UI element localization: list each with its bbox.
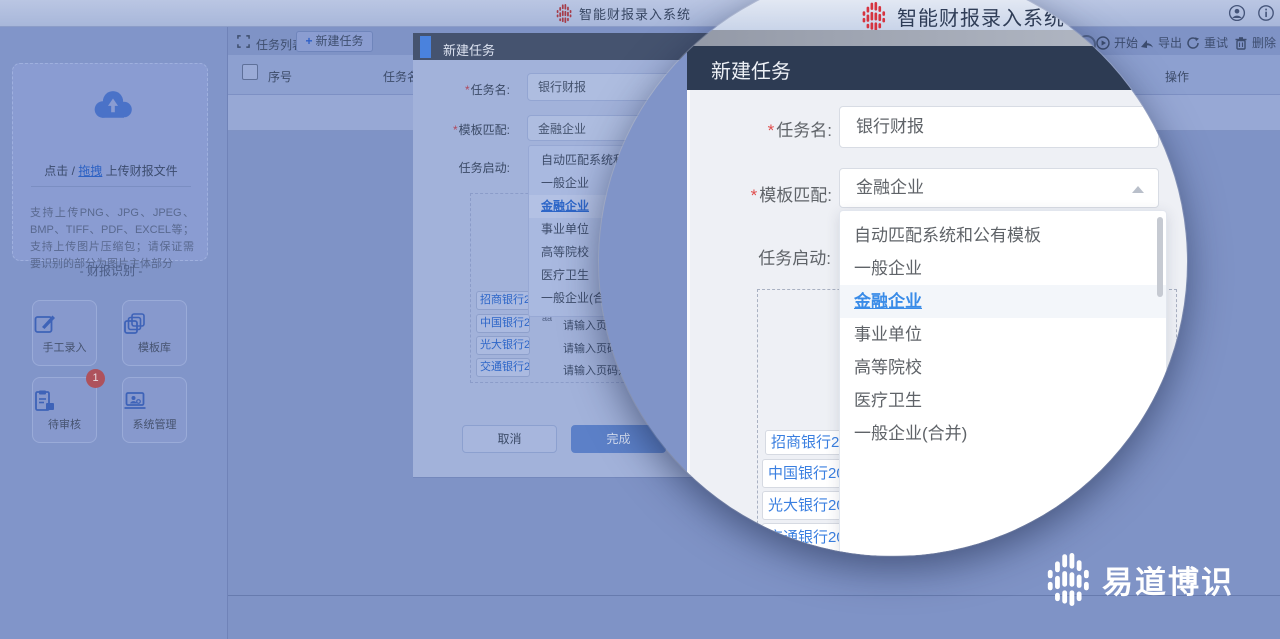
trash-icon (1234, 36, 1248, 50)
app-root: 智能财报录入系统 点击 / 拖拽 上传财报文件 支持 (0, 0, 1280, 639)
column-header-seq: 序号 (268, 68, 292, 85)
new-task-button[interactable]: + 新建任务 (296, 31, 373, 52)
upload-dropzone[interactable]: 点击 / 拖拽 上传财报文件 支持上传PNG、JPG、JPEG、BMP、TIFF… (12, 63, 208, 261)
templates-icon (123, 312, 147, 336)
file-name-chip[interactable]: 招商银行202... (765, 430, 849, 455)
edit-icon (33, 312, 57, 336)
sidebar-item-template-library[interactable]: 模板库 (122, 300, 187, 366)
file-name-chip[interactable]: 中国银行2021财... (476, 314, 530, 333)
dialog-title: 新建任务 (443, 40, 495, 59)
task-name-label: *任务名: (719, 116, 832, 141)
sidebar-item-pending-review[interactable]: 1 待审核 (32, 377, 97, 443)
sidebar: 点击 / 拖拽 上传财报文件 支持上传PNG、JPG、JPEG、BMP、TIFF… (0, 27, 228, 639)
expand-icon[interactable] (237, 35, 250, 48)
upload-text-suffix: 上传财报文件 (106, 164, 178, 178)
app-title: 智能财报录入系统 (897, 2, 1065, 31)
dropdown-option[interactable]: 事业单位 (840, 318, 1166, 351)
template-match-select[interactable]: 金融企业 (839, 168, 1159, 208)
lens-toolbar-band (599, 30, 1187, 46)
sidebar-item-label: 模板库 (123, 339, 186, 355)
review-count-badge: 1 (86, 369, 105, 388)
template-match-label: *模板匹配: (423, 121, 510, 138)
app-logo-icon (556, 4, 573, 23)
template-dropdown: 自动匹配系统和公有模板 一般企业 金融企业 事业单位 高等院校 医疗卫生 一般企… (839, 210, 1167, 556)
upload-footer-label: - 财报识别 - (13, 262, 209, 279)
dialog-header: 新建任务 (687, 46, 1187, 90)
template-match-value: 金融企业 (856, 178, 924, 197)
upload-drag-link[interactable]: 拖拽 (78, 164, 102, 178)
sidebar-item-manual-entry[interactable]: 手工录入 (32, 300, 97, 366)
dropdown-option[interactable]: 自动匹配系统和公有模板 (840, 219, 1166, 252)
divider (31, 186, 191, 187)
vendor-brand: 易道博识 (1046, 553, 1234, 606)
file-name-chip[interactable]: 光大银行2021财... (476, 336, 530, 355)
plus-icon: + (305, 34, 312, 48)
chevron-up-icon (1132, 186, 1144, 193)
new-task-label: 新建任务 (316, 34, 364, 48)
lens-topbar: 智能财报录入系统 (599, 0, 1187, 30)
sidebar-item-label: 手工录入 (33, 339, 96, 355)
required-mark: * (751, 186, 758, 205)
file-name-chip[interactable]: 交通银行2021财... (476, 358, 530, 377)
refresh-icon (1186, 36, 1200, 50)
task-start-label: 任务启动: (437, 159, 510, 176)
dropdown-option[interactable]: 高等院校 (840, 351, 1166, 384)
dropdown-option[interactable]: 一般企业(合并) (840, 417, 1166, 450)
sidebar-item-system-management[interactable]: 系统管理 (122, 377, 187, 443)
delete-label: 删除 (1252, 34, 1276, 51)
upload-text-prefix: 点击 / (44, 164, 75, 178)
info-icon[interactable] (1257, 4, 1275, 22)
magnifier-lens: 智能财报录入系统 新建任务 *任务名: 银行财报 *模板匹配: 金融企业 任务启… (599, 0, 1187, 556)
dropdown-option[interactable]: 一般企业 (840, 252, 1166, 285)
template-match-label: *模板匹配: (719, 181, 832, 206)
user-avatar-icon[interactable] (1228, 4, 1246, 22)
retry-button[interactable]: 重试 (1186, 34, 1228, 51)
lens-app-brand: 智能财报录入系统 (861, 2, 1065, 31)
system-laptop-icon (123, 389, 147, 413)
select-all-checkbox[interactable] (242, 64, 258, 80)
cloud-upload-icon (91, 88, 135, 120)
review-clipboard-icon (33, 389, 57, 413)
dropdown-option-selected[interactable]: 金融企业 (840, 285, 1166, 318)
task-start-label: 任务启动: (723, 244, 831, 269)
retry-label: 重试 (1204, 34, 1228, 51)
required-mark: * (768, 121, 775, 140)
cancel-button[interactable]: 取消 (462, 425, 557, 453)
task-name-label: *任务名: (433, 81, 510, 98)
dropdown-scrollbar[interactable] (1157, 217, 1163, 297)
required-mark: * (453, 123, 458, 137)
sidebar-item-label: 待审核 (33, 416, 96, 432)
required-mark: * (465, 83, 470, 97)
delete-button[interactable]: 删除 (1234, 34, 1276, 51)
sidebar-item-label: 系统管理 (123, 416, 186, 432)
app-logo-icon (861, 2, 888, 31)
dialog-header-accent (420, 36, 431, 58)
dropdown-option[interactable]: 医疗卫生 (840, 384, 1166, 417)
vendor-name: 易道博识 (1102, 557, 1234, 602)
task-name-input[interactable]: 银行财报 (839, 106, 1159, 148)
vendor-logo-icon (1046, 553, 1093, 606)
dialog-title: 新建任务 (711, 55, 791, 84)
upload-instruction: 点击 / 拖拽 上传财报文件 (13, 162, 209, 179)
file-name-chip[interactable]: 招商银行202... (476, 291, 530, 310)
